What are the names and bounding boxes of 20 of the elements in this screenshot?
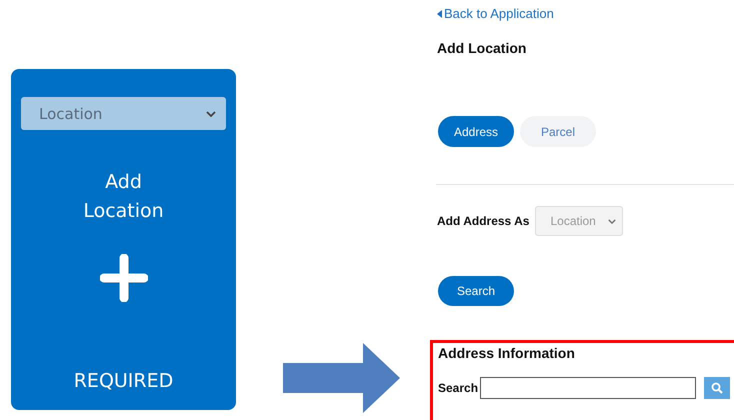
tab[interactable]: Parcel [520, 116, 596, 147]
section-heading: Address Information [438, 345, 576, 361]
search-icon-button[interactable] [704, 377, 730, 399]
chevron-icon [206, 110, 216, 116]
search-field[interactable] [480, 377, 696, 399]
page-heading: Add Location [437, 40, 528, 56]
field-label: Search [438, 381, 478, 395]
field-label: Add Address As [437, 214, 530, 228]
search-icon [711, 382, 724, 394]
location-dropdown[interactable]: Location [21, 97, 226, 130]
caret-left-icon [437, 10, 442, 18]
tab[interactable]: Address [438, 116, 514, 147]
back-link[interactable]: Back to Application [437, 6, 554, 21]
chevron-icon [608, 218, 616, 224]
card-title: Add Location [83, 170, 164, 224]
add-location-card[interactable]: Location Add Location REQUIRED [11, 69, 236, 410]
required-label: REQUIRED [74, 370, 174, 392]
search-button[interactable]: Search [438, 276, 514, 306]
add-as-dropdown[interactable]: Location [535, 206, 624, 236]
plus-icon [100, 254, 148, 302]
